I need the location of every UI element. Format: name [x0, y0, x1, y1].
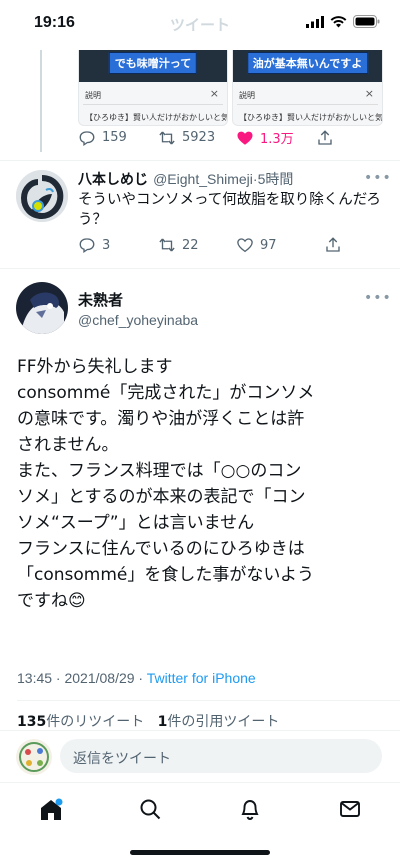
battery-icon [353, 15, 380, 28]
header-title-faded: ツイート [170, 16, 231, 34]
signal-icon [306, 15, 324, 28]
quote-total: 1 [157, 714, 168, 730]
main-tweet-text: FF外から失礼します consommé「完成された」がコンソメ の意味です。濁り… [17, 354, 387, 614]
reply-button[interactable]: 3 [78, 236, 158, 254]
explain-label: 説明 [85, 91, 101, 100]
explain-label: 説明 [239, 91, 255, 100]
video-caption: でも味噌汁って [108, 52, 198, 74]
messages-icon [340, 801, 360, 817]
tweet-line: フランスに住んでいるのにひろゆきは [17, 539, 305, 559]
main-tweet-handle[interactable]: @chef_yoheyinaba [78, 310, 198, 329]
tweet-line: 「consommé」を食した事がないよう [17, 565, 315, 585]
like-button[interactable]: 1.3万 [236, 128, 316, 147]
share-icon [326, 237, 340, 252]
reply-icon [79, 130, 95, 146]
retweets-link[interactable]: 135件のリツイート [17, 714, 144, 730]
video-caption: 油が基本無いんですよ [246, 52, 369, 74]
tab-messages[interactable] [338, 797, 362, 821]
avatar-image [16, 739, 52, 775]
retweet-icon [159, 238, 175, 252]
author-handle[interactable]: @Eight_Shimeji [153, 171, 253, 187]
retweet-button[interactable]: 22 [158, 236, 236, 254]
retweet-count: 22 [182, 237, 199, 253]
retweet-label: 件のリツイート [46, 714, 145, 730]
reply-bar: 返信をツイート [0, 730, 400, 782]
retweet-icon [159, 131, 175, 144]
avatar[interactable] [16, 170, 68, 222]
heart-filled-icon [237, 131, 253, 145]
tab-home[interactable] [38, 797, 63, 821]
reply-count: 3 [102, 237, 111, 253]
share-icon [318, 129, 332, 145]
media-video-1[interactable]: でも味噌汁って 説明 × 【ひろゆき】賢い人だけがおかしいと気 [78, 44, 228, 126]
tweet-line: されません。 [17, 435, 119, 455]
share-button[interactable] [324, 236, 342, 254]
tweet-line: の意味です。濁りや油が浮くことは許 [17, 409, 305, 429]
search-icon [140, 799, 161, 820]
like-count: 1.3万 [260, 132, 294, 147]
tweet-time: ·5時間 [252, 171, 294, 187]
reply-icon [79, 238, 95, 254]
author-name[interactable]: 未熟者 [78, 291, 123, 309]
prev-tweet-actions: 159 5923 1.3万 [78, 128, 334, 147]
share-button[interactable] [316, 129, 334, 147]
reply-count: 159 [102, 130, 127, 145]
reply-button[interactable]: 159 [78, 129, 158, 147]
more-options-icon[interactable]: ••• [364, 170, 392, 186]
quote-label: 件の引用ツイート [167, 714, 280, 730]
retweet-count: 5923 [182, 130, 216, 145]
divider [17, 700, 400, 701]
divider [0, 160, 400, 161]
notifications-icon [241, 800, 259, 820]
media-video-2[interactable]: 油が基本無いんですよ 説明 × 【ひろゆき】賢い人だけがおかしいと気 [232, 44, 383, 126]
reply-tweet-text: そういやコンソメって何故脂を取り除くんだろう？ [78, 192, 381, 228]
quotes-link[interactable]: 1件の引用ツイート [158, 714, 280, 730]
client-link[interactable]: Twitter for iPhone [147, 670, 256, 686]
engagement-counts: 135件のリツイート 1件の引用ツイート [17, 711, 279, 731]
like-count: 97 [260, 237, 277, 253]
video-subtitle: 【ひろゆき】賢い人だけがおかしいと気 [85, 113, 228, 122]
divider [237, 104, 378, 105]
more-options-icon[interactable]: ••• [364, 290, 392, 306]
author-handle[interactable]: @chef_yoheyinaba [78, 312, 198, 328]
tweet-meta: 13:45 · 2021/08/29 · Twitter for iPhone [17, 670, 256, 686]
close-icon[interactable]: × [210, 87, 219, 100]
retweet-button[interactable]: 5923 [158, 129, 236, 147]
main-tweet-name[interactable]: 未熟者 [78, 289, 123, 310]
tweet-line: ソメ“スープ”」とは言いません [17, 513, 255, 533]
author-name[interactable]: 八本しめじ [78, 172, 148, 188]
tweet-line: また、フランス料理では「○○のコン [17, 461, 302, 481]
my-avatar [16, 739, 52, 775]
wifi-icon [330, 15, 347, 27]
reply-input[interactable]: 返信をツイート [60, 739, 382, 773]
avatar[interactable] [16, 282, 68, 334]
tweet-line: ですね😊 [17, 591, 86, 611]
tab-search[interactable] [138, 797, 162, 821]
tab-notifications[interactable] [238, 797, 262, 821]
avatar-image [16, 170, 68, 222]
status-icons [306, 15, 380, 28]
avatar-image [16, 282, 68, 334]
divider [0, 268, 400, 269]
divider [83, 104, 223, 105]
tweet-line: consommé「完成された」がコンソメ [17, 383, 315, 403]
tweet-timestamp: 13:45 · 2021/08/29 · [17, 670, 147, 686]
reply-tweet-actions: 3 22 97 [78, 236, 342, 254]
home-indicator [130, 850, 270, 855]
status-bar: 19:16 ツイート [0, 0, 400, 50]
reply-tweet-header: 八本しめじ @Eight_Shimeji·5時間 [78, 169, 293, 189]
home-icon [41, 798, 63, 820]
status-time: 19:16 [34, 14, 75, 31]
like-button[interactable]: 97 [236, 236, 324, 254]
tweet-line: ソメ」とするのが本来の表記で「コン [17, 487, 306, 507]
retweet-total: 135 [17, 714, 47, 730]
video-subtitle: 【ひろゆき】賢い人だけがおかしいと気 [239, 113, 383, 122]
heart-icon [237, 238, 253, 253]
tweet-line: FF外から失礼します [17, 357, 173, 377]
close-icon[interactable]: × [365, 87, 374, 100]
thread-line [40, 40, 42, 152]
